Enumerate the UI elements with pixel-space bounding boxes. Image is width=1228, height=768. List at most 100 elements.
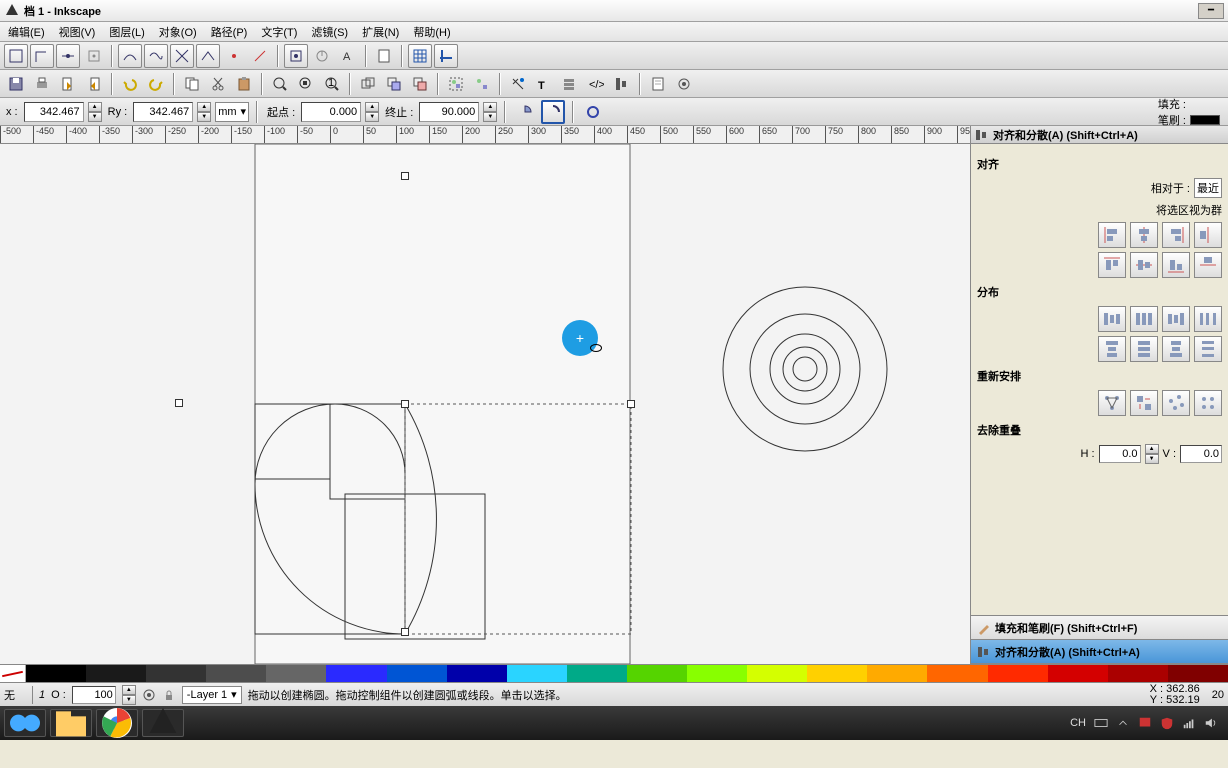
snap-edge-button[interactable]: [56, 44, 80, 68]
snap-guide-button[interactable]: [434, 44, 458, 68]
group-button[interactable]: [444, 72, 468, 96]
align-dialog-button[interactable]: [610, 72, 634, 96]
ry-spinner[interactable]: ▲▼: [197, 102, 211, 122]
xml-dialog-button[interactable]: </>: [584, 72, 608, 96]
dist-vgap-button[interactable]: [1194, 336, 1222, 362]
chevron-up-icon[interactable]: [1116, 716, 1130, 730]
menu-extensions[interactable]: 扩展(N): [358, 22, 403, 42]
selection-handle[interactable]: [401, 400, 409, 408]
menu-filters[interactable]: 滤镜(S): [307, 22, 352, 42]
layer-lock-icon[interactable]: [162, 688, 176, 702]
x-input[interactable]: [24, 102, 84, 122]
system-tray[interactable]: CH: [1070, 716, 1224, 730]
keyboard-icon[interactable]: [1094, 716, 1108, 730]
color-swatch[interactable]: [867, 665, 927, 682]
stroke-swatch[interactable]: [1190, 115, 1220, 125]
snap-page-button[interactable]: [372, 44, 396, 68]
unclump-button[interactable]: [1194, 390, 1222, 416]
snap-intersection-button[interactable]: [170, 44, 194, 68]
arc-open-button[interactable]: [541, 100, 565, 124]
redo-button[interactable]: [144, 72, 168, 96]
menu-view[interactable]: 视图(V): [55, 22, 100, 42]
horizontal-ruler[interactable]: -500-450-400-350-300-250-200-150-100-500…: [0, 126, 970, 144]
end-input[interactable]: [419, 102, 479, 122]
snap-path-button[interactable]: [144, 44, 168, 68]
fill-dialog-button[interactable]: [506, 72, 530, 96]
color-swatch[interactable]: [326, 665, 386, 682]
copy-button[interactable]: [180, 72, 204, 96]
align-hcenter-button[interactable]: [1130, 222, 1158, 248]
dist-hgap-button[interactable]: [1194, 306, 1222, 332]
ime-indicator[interactable]: CH: [1070, 717, 1086, 729]
color-swatch[interactable]: [86, 665, 146, 682]
prefs-button[interactable]: [646, 72, 670, 96]
dist-left-button[interactable]: [1098, 306, 1126, 332]
align-left-out-button[interactable]: [1194, 222, 1222, 248]
layer-visibility-icon[interactable]: [142, 688, 156, 702]
align-right-button[interactable]: [1162, 222, 1190, 248]
start-input[interactable]: [301, 102, 361, 122]
dist-hcenter-button[interactable]: [1130, 306, 1158, 332]
align-vcenter-button[interactable]: [1130, 252, 1158, 278]
undo-button[interactable]: [118, 72, 142, 96]
layers-dialog-button[interactable]: [558, 72, 582, 96]
flag-icon[interactable]: [1138, 716, 1152, 730]
color-swatch[interactable]: [687, 665, 747, 682]
ry-input[interactable]: [133, 102, 193, 122]
paste-button[interactable]: [232, 72, 256, 96]
color-swatch[interactable]: [1168, 665, 1228, 682]
align-bottom-button[interactable]: [1162, 252, 1190, 278]
arc-whole-button[interactable]: [581, 100, 605, 124]
color-swatch[interactable]: [988, 665, 1048, 682]
color-swatch[interactable]: [266, 665, 326, 682]
graph-button[interactable]: [1098, 390, 1126, 416]
snap-midpoint-button[interactable]: [82, 44, 106, 68]
color-swatch[interactable]: [26, 665, 86, 682]
selection-handle[interactable]: [401, 628, 409, 636]
color-swatch[interactable]: [927, 665, 987, 682]
color-swatch[interactable]: [567, 665, 627, 682]
taskbar-explorer[interactable]: [50, 709, 92, 737]
clone-button[interactable]: [382, 72, 406, 96]
snap-bbox-button[interactable]: [4, 44, 28, 68]
taskbar-chrome[interactable]: [96, 709, 138, 737]
import-button[interactable]: [56, 72, 80, 96]
cut-button[interactable]: [206, 72, 230, 96]
align-left-button[interactable]: [1098, 222, 1126, 248]
color-swatch[interactable]: [387, 665, 447, 682]
canvas-content[interactable]: [0, 144, 970, 664]
color-palette[interactable]: [0, 664, 1228, 682]
wifi-icon[interactable]: [1182, 716, 1196, 730]
export-button[interactable]: [82, 72, 106, 96]
dist-bottom-button[interactable]: [1162, 336, 1190, 362]
print-button[interactable]: [30, 72, 54, 96]
color-swatch[interactable]: [206, 665, 266, 682]
dist-right-button[interactable]: [1162, 306, 1190, 332]
unlink-clone-button[interactable]: [408, 72, 432, 96]
snap-grid-button[interactable]: [408, 44, 432, 68]
taskbar-app1[interactable]: [4, 709, 46, 737]
unit-select[interactable]: mm▾: [215, 102, 249, 122]
panel-header[interactable]: 对齐和分散(A) (Shift+Ctrl+A): [971, 126, 1228, 144]
relative-select[interactable]: 最近: [1194, 178, 1222, 198]
align-distribute-tab[interactable]: 对齐和分散(A) (Shift+Ctrl+A): [971, 640, 1228, 664]
color-swatch[interactable]: [627, 665, 687, 682]
h-spinner[interactable]: ▲▼: [1145, 444, 1159, 464]
menu-object[interactable]: 对象(O): [155, 22, 201, 42]
menu-text[interactable]: 文字(T): [257, 22, 301, 42]
color-swatch[interactable]: [1108, 665, 1168, 682]
shield-icon[interactable]: [1160, 716, 1174, 730]
volume-icon[interactable]: [1204, 716, 1218, 730]
snap-smooth-button[interactable]: [222, 44, 246, 68]
minimize-button[interactable]: ━: [1198, 3, 1224, 19]
zoom-drawing-button[interactable]: [294, 72, 318, 96]
zoom-selection-button[interactable]: [268, 72, 292, 96]
ungroup-button[interactable]: [470, 72, 494, 96]
color-swatch[interactable]: [146, 665, 206, 682]
save-button[interactable]: [4, 72, 28, 96]
exchange-button[interactable]: [1130, 390, 1158, 416]
arc-slice-button[interactable]: [513, 100, 537, 124]
selection-handle[interactable]: [175, 399, 183, 407]
opacity-input[interactable]: [72, 686, 116, 704]
text-dialog-button[interactable]: T: [532, 72, 556, 96]
